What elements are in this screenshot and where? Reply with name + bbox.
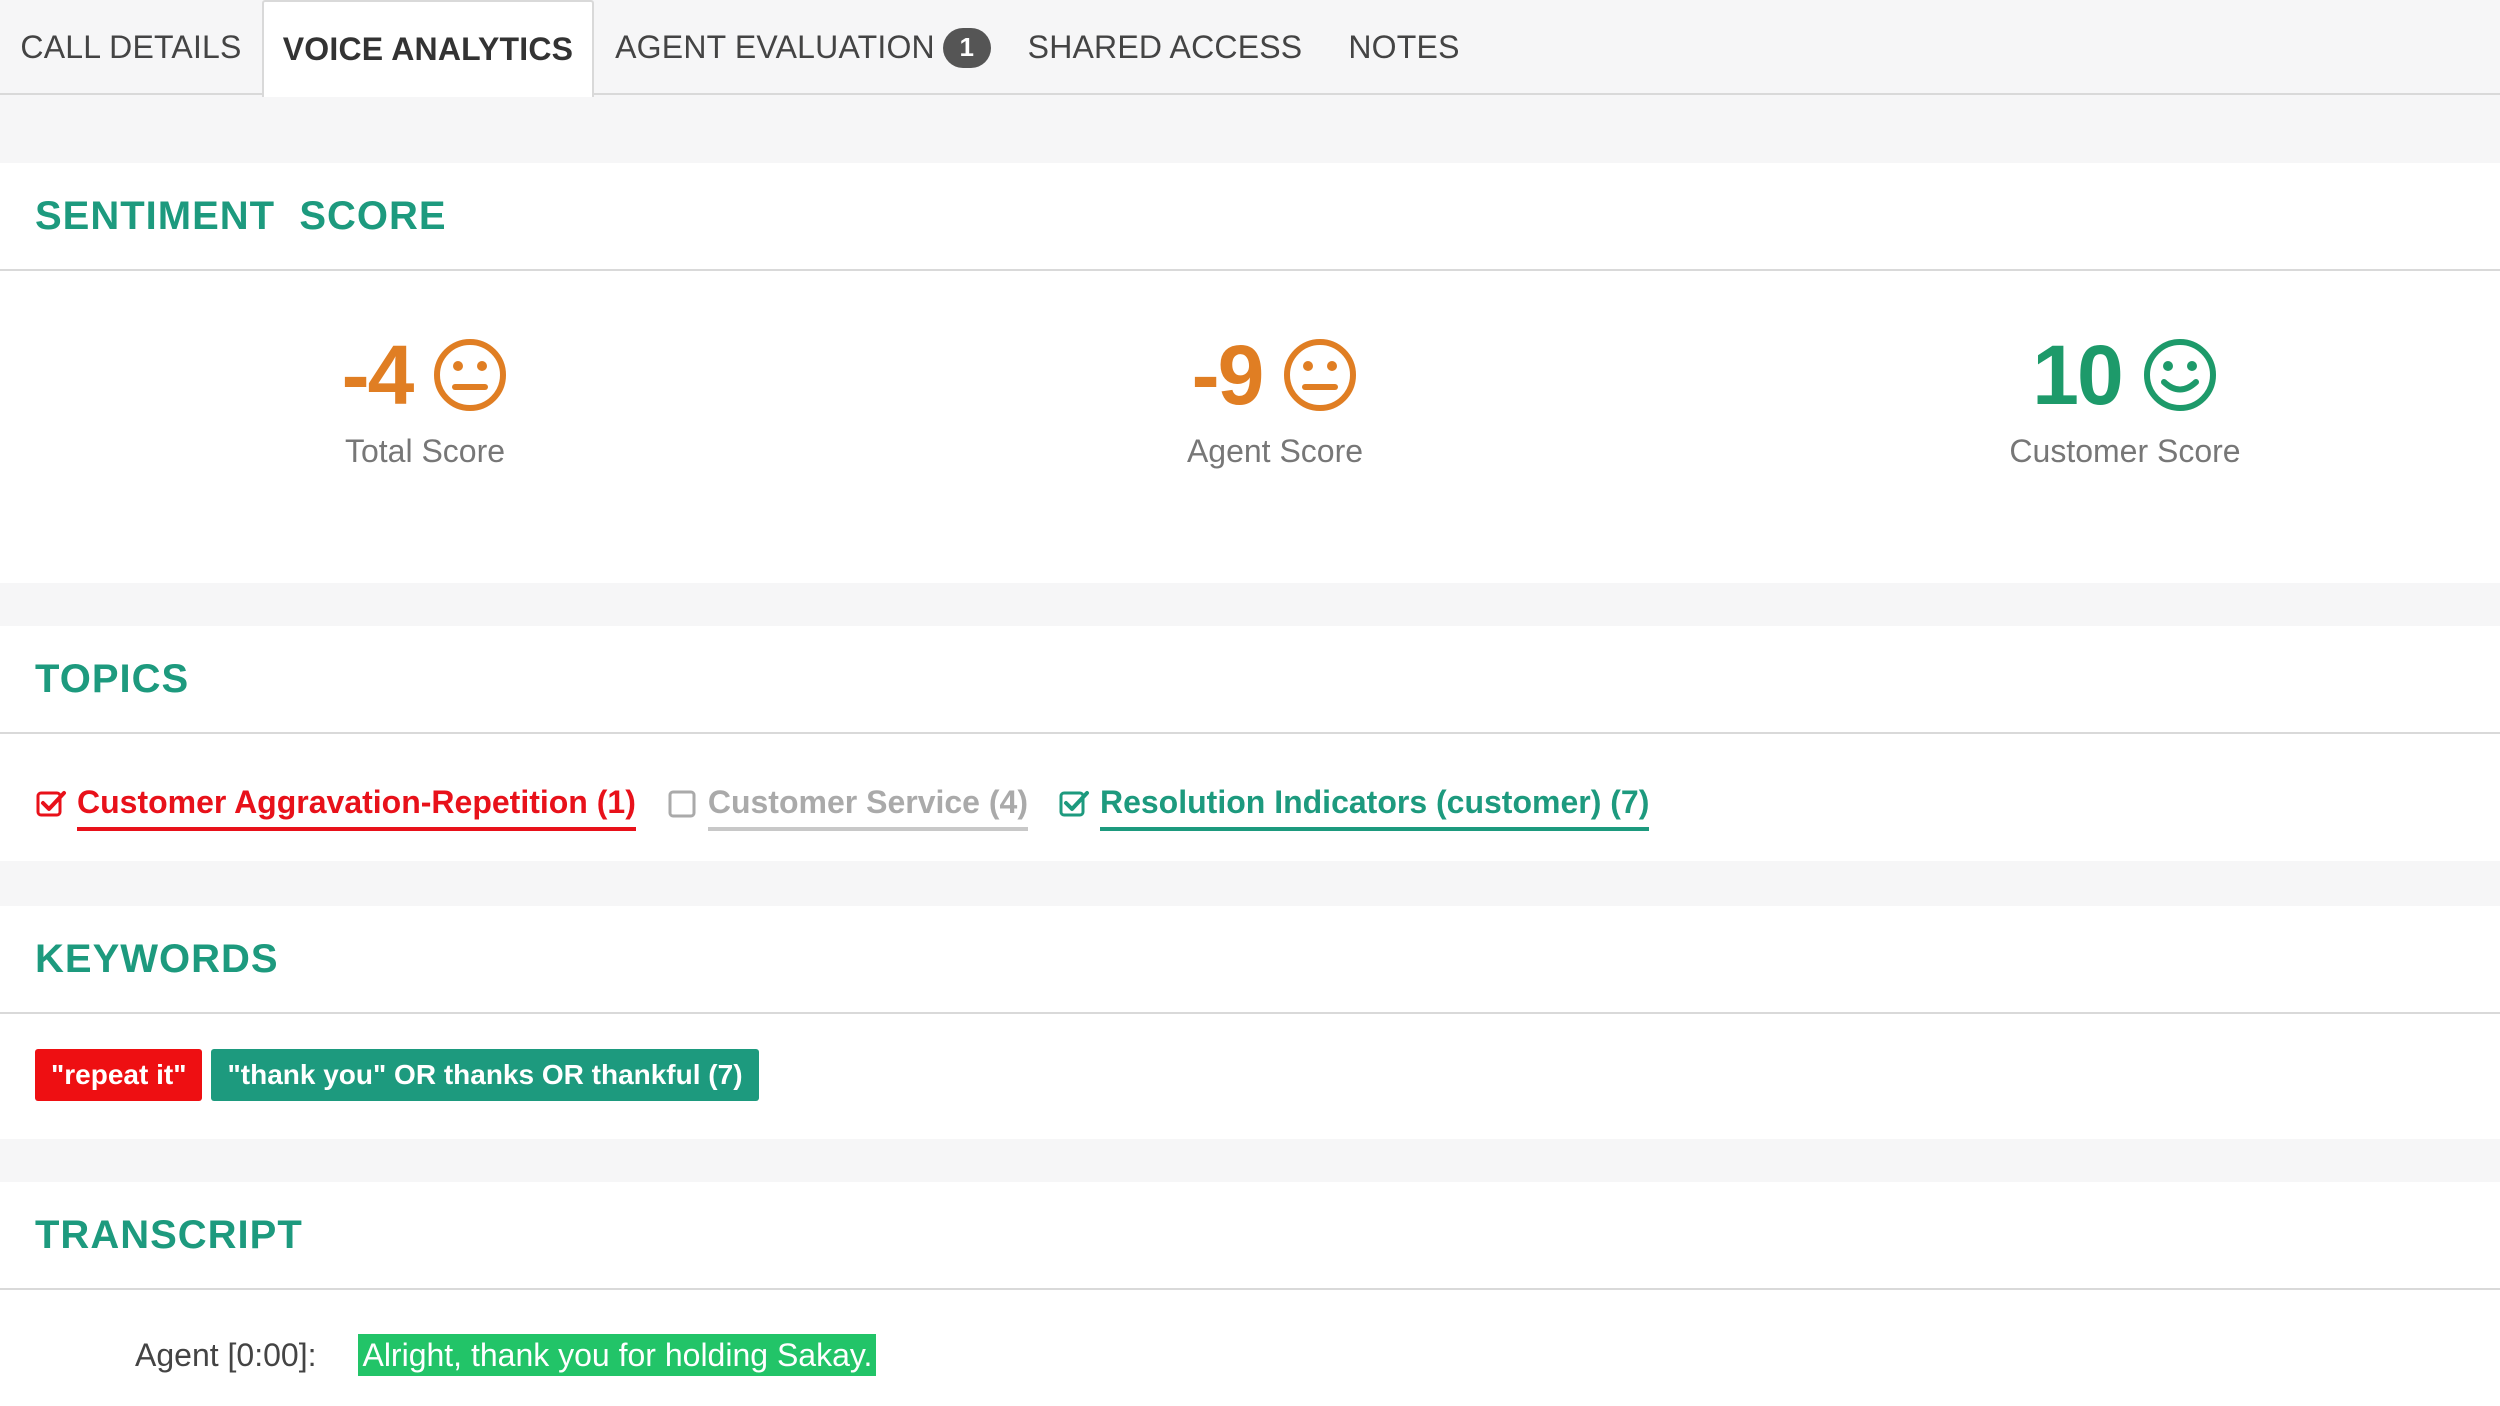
tab-label: VOICE ANALYTICS bbox=[282, 31, 574, 67]
tab-agent-evaluation[interactable]: AGENT EVALUATION 1 bbox=[594, 0, 1012, 95]
customer-score-block: 10 Customer Score bbox=[1705, 273, 2500, 473]
transcript-text[interactable]: Alright, thank you for holding Sakay. bbox=[358, 1334, 877, 1376]
sentiment-panel: SENTIMENT SCORE -4 Total Score -9 Agent … bbox=[0, 163, 2500, 583]
topic-item[interactable]: Customer Service (4) bbox=[666, 784, 1028, 831]
agent-score-value: -9 bbox=[1191, 327, 1265, 422]
tab-label: SHARED ACCESS bbox=[1027, 29, 1303, 65]
tab-label: CALL DETAILS bbox=[20, 29, 242, 65]
keywords-header: KEYWORDS bbox=[0, 906, 2500, 1014]
customer-score-label: Customer Score bbox=[2009, 433, 2241, 469]
topic-label[interactable]: Customer Aggravation-Repetition (1) bbox=[77, 784, 636, 831]
topic-label[interactable]: Customer Service (4) bbox=[707, 784, 1028, 831]
topics-list: Customer Aggravation-Repetition (1) Cust… bbox=[35, 784, 1679, 831]
customer-score-value: 10 bbox=[2032, 327, 2123, 422]
neutral-face-icon bbox=[1284, 339, 1357, 411]
tab-notes[interactable]: NOTES bbox=[1318, 0, 1490, 95]
checked-checkbox-icon[interactable] bbox=[1058, 788, 1090, 820]
tab-label: NOTES bbox=[1348, 29, 1460, 65]
section-title: TRANSCRIPT bbox=[35, 1212, 303, 1257]
tab-voice-analytics[interactable]: VOICE ANALYTICS bbox=[262, 0, 594, 97]
topics-header: TOPICS bbox=[0, 626, 2500, 734]
total-score-value: -4 bbox=[341, 327, 415, 422]
total-score-block: -4 Total Score bbox=[5, 273, 845, 473]
checked-checkbox-icon[interactable] bbox=[35, 788, 67, 820]
keywords-panel: KEYWORDS "repeat it" "thank you" OR than… bbox=[0, 906, 2500, 1139]
section-title: SENTIMENT SCORE bbox=[35, 193, 447, 238]
section-title: KEYWORDS bbox=[35, 936, 279, 981]
topics-panel: TOPICS Customer Aggravation-Repetition (… bbox=[0, 626, 2500, 861]
transcript-panel: TRANSCRIPT Agent [0:00]: Alright, thank … bbox=[0, 1182, 2500, 1406]
keywords-list: "repeat it" "thank you" OR thanks OR tha… bbox=[35, 1049, 768, 1101]
total-score-label: Total Score bbox=[344, 433, 506, 469]
keyword-tag[interactable]: "thank you" OR thanks OR thankful (7) bbox=[211, 1049, 759, 1101]
tab-bar: CALL DETAILS VOICE ANALYTICS AGENT EVALU… bbox=[0, 0, 2500, 97]
transcript-header: TRANSCRIPT bbox=[0, 1182, 2500, 1290]
transcript-speaker: Agent [0:00]: bbox=[135, 1336, 317, 1373]
sentiment-header: SENTIMENT SCORE bbox=[0, 163, 2500, 271]
tab-label: AGENT EVALUATION bbox=[615, 29, 935, 65]
unchecked-checkbox-icon[interactable] bbox=[666, 788, 698, 820]
smile-face-icon bbox=[2143, 339, 2216, 411]
agent-score-label: Agent Score bbox=[1186, 433, 1364, 469]
tab-shared-access[interactable]: SHARED ACCESS bbox=[1012, 0, 1318, 95]
topic-item[interactable]: Resolution Indicators (customer) (7) bbox=[1058, 784, 1650, 831]
topic-item[interactable]: Customer Aggravation-Repetition (1) bbox=[35, 784, 636, 831]
count-badge: 1 bbox=[942, 27, 991, 68]
neutral-face-icon bbox=[434, 339, 507, 411]
transcript-line: Agent [0:00]: Alright, thank you for hol… bbox=[135, 1334, 877, 1376]
keyword-tag[interactable]: "repeat it" bbox=[35, 1049, 203, 1101]
section-title: TOPICS bbox=[35, 656, 190, 701]
topic-label[interactable]: Resolution Indicators (customer) (7) bbox=[1099, 784, 1650, 831]
agent-score-block: -9 Agent Score bbox=[855, 273, 1695, 473]
tab-call-details[interactable]: CALL DETAILS bbox=[0, 0, 262, 95]
